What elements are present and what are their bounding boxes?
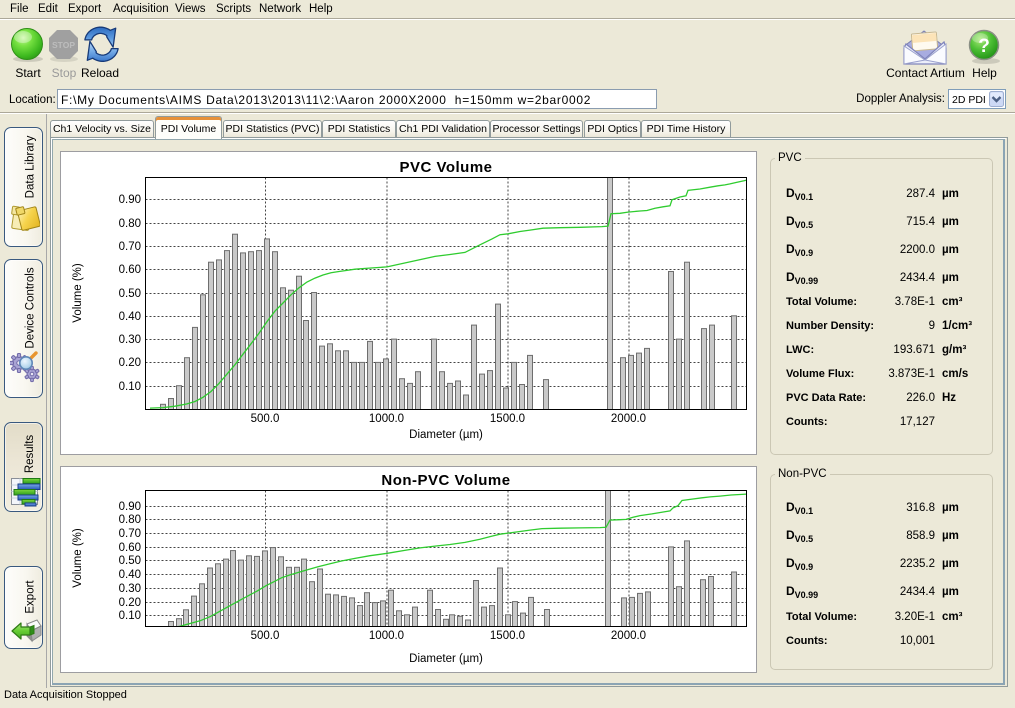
svg-text:0.90: 0.90 [119,501,141,513]
svg-text:0.40: 0.40 [119,311,141,323]
svg-text:0.60: 0.60 [119,264,141,276]
svg-text:0.70: 0.70 [119,528,141,540]
svg-text:0.50: 0.50 [119,288,141,300]
svg-text:0.80: 0.80 [119,218,141,230]
svg-text:500.0: 500.0 [251,630,280,642]
svg-text:PVC Volume: PVC Volume [399,159,492,176]
svg-text:0.70: 0.70 [119,241,141,253]
svg-text:Non-PVC Volume: Non-PVC Volume [381,472,510,489]
svg-text:0.40: 0.40 [119,569,141,581]
svg-text:Volume (%): Volume (%) [72,263,84,323]
svg-text:2000.0: 2000.0 [611,413,646,425]
svg-text:0.20: 0.20 [119,597,141,609]
svg-text:0.80: 0.80 [119,514,141,526]
svg-text:1500.0: 1500.0 [490,630,525,642]
svg-text:2000.0: 2000.0 [611,630,646,642]
svg-text:0.20: 0.20 [119,357,141,369]
svg-text:0.10: 0.10 [119,381,141,393]
svg-text:STOP: STOP [52,40,75,50]
svg-text:Diameter (µm): Diameter (µm) [409,653,483,665]
svg-text:1500.0: 1500.0 [490,413,525,425]
svg-text:0.10: 0.10 [119,610,141,622]
svg-text:?: ? [978,36,990,57]
svg-text:1000.0: 1000.0 [369,413,404,425]
svg-text:1000.0: 1000.0 [369,630,404,642]
svg-text:0.60: 0.60 [119,542,141,554]
svg-text:0.30: 0.30 [119,334,141,346]
svg-text:0.30: 0.30 [119,583,141,595]
svg-text:Diameter (µm): Diameter (µm) [409,429,483,441]
svg-text:500.0: 500.0 [251,413,280,425]
svg-text:Volume (%): Volume (%) [72,528,84,588]
svg-text:0.50: 0.50 [119,555,141,567]
svg-text:0.90: 0.90 [119,194,141,206]
